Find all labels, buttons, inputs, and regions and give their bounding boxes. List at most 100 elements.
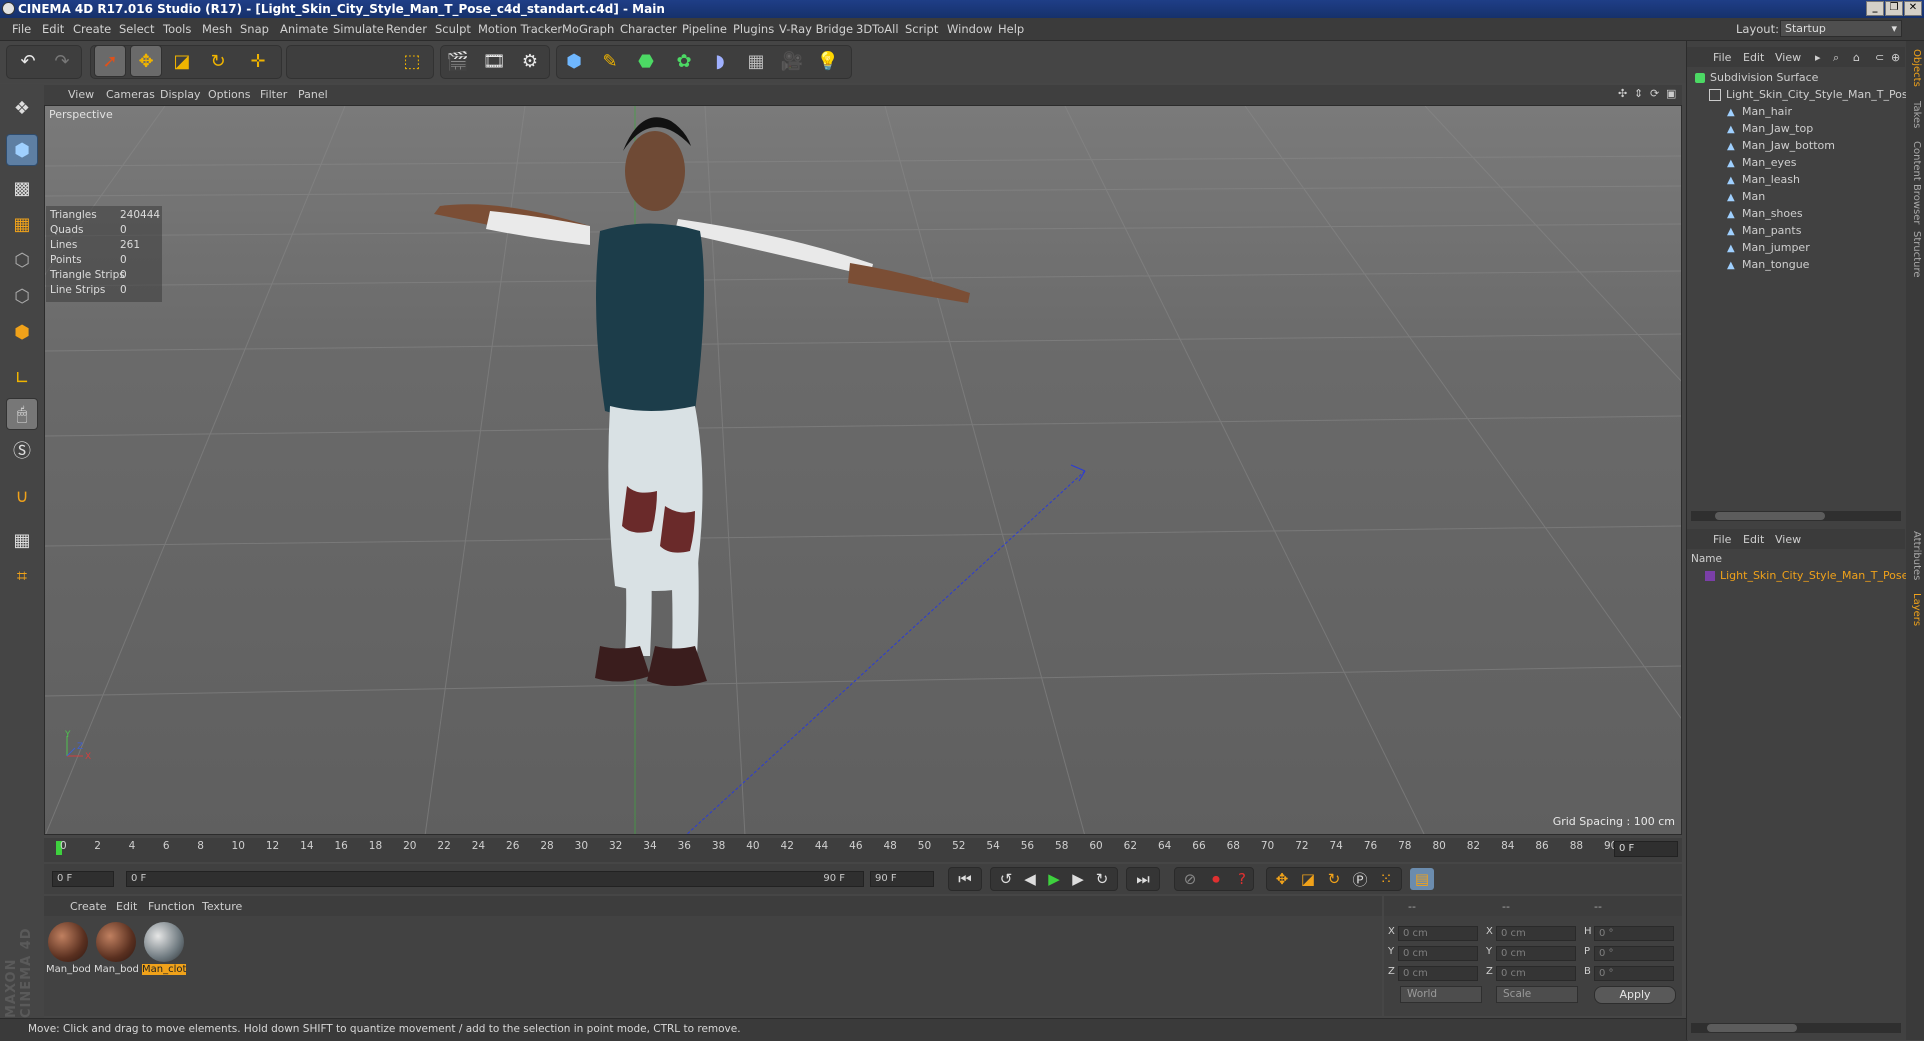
object-manager-scrollbar[interactable]	[1691, 511, 1901, 521]
current-frame-field[interactable]: 0 F	[1614, 841, 1678, 857]
menu-select[interactable]: Select	[119, 22, 154, 36]
position-z-field[interactable]: 0 cm	[1398, 966, 1478, 981]
snap-settings-icon[interactable]: ⌗	[6, 560, 38, 592]
viewport-menu-display[interactable]: Display	[160, 88, 201, 101]
polygons-mode-icon[interactable]: ⬢	[6, 316, 38, 348]
end-frame-field[interactable]: 90 F	[870, 871, 934, 887]
material-menu-create[interactable]: Create	[70, 900, 107, 913]
tree-item[interactable]: ▲ Man_pants	[1727, 224, 1801, 240]
minimize-button[interactable]: _	[1866, 1, 1884, 16]
scroll-thumb[interactable]	[1707, 1024, 1797, 1032]
tree-item[interactable]: ▲ Man_Jaw_bottom	[1727, 139, 1835, 155]
frame-range-slider[interactable]: 0 F 90 F	[126, 871, 864, 887]
menu-simulate[interactable]: Simulate	[333, 22, 384, 36]
tree-item[interactable]: ▲ Man_eyes	[1727, 156, 1796, 172]
texture-mode-icon[interactable]: ▩	[6, 172, 38, 204]
viewport-menu-filter[interactable]: Filter	[260, 88, 287, 101]
tree-item[interactable]: ▲ Man	[1727, 190, 1765, 206]
workplane-icon[interactable]: ▦	[6, 208, 38, 240]
render-picture-viewer-icon[interactable]: 🎞	[478, 45, 510, 77]
menu-motion-tracker[interactable]: Motion Tracker	[478, 22, 562, 36]
material-menu-edit[interactable]: Edit	[116, 900, 137, 913]
points-mode-icon[interactable]: ⬡	[6, 244, 38, 276]
tab-attributes[interactable]: Attributes	[1908, 531, 1922, 580]
material-menu-function[interactable]: Function	[148, 900, 195, 913]
tree-item[interactable]: ▲ Man_jumper	[1727, 241, 1810, 257]
link-icon[interactable]: ⊂	[1875, 51, 1884, 64]
render-view-icon[interactable]: 🎬	[442, 45, 474, 77]
keyframe-selection-icon[interactable]: ⊘	[1178, 868, 1202, 890]
tab-objects[interactable]: Objects	[1908, 49, 1922, 87]
search-icon[interactable]: ⌕	[1833, 51, 1839, 65]
menu-plugins[interactable]: Plugins	[733, 22, 774, 36]
menu-script[interactable]: Script	[905, 22, 938, 36]
restore-button[interactable]: ❐	[1885, 1, 1903, 16]
arrow-right-icon[interactable]: ▸	[1815, 51, 1821, 64]
tree-item[interactable]: ▲ Man_tongue	[1727, 258, 1809, 274]
deformer-icon[interactable]: ◗	[704, 45, 736, 77]
layer-menu-file[interactable]: File	[1713, 533, 1731, 546]
solo-icon[interactable]: Ⓢ	[6, 434, 38, 466]
autokey-icon[interactable]: ?	[1230, 868, 1254, 890]
size-y-field[interactable]: 0 cm	[1496, 946, 1576, 961]
viewport-menu-view[interactable]: View	[68, 88, 94, 101]
material-menu-texture[interactable]: Texture	[202, 900, 242, 913]
pen-icon[interactable]: ✎	[594, 45, 626, 77]
tree-item[interactable]: ▲ Man_leash	[1727, 173, 1800, 189]
tweak-mode-icon[interactable]: 🖱	[6, 398, 38, 430]
rotate-icon[interactable]: ↻	[202, 45, 234, 77]
record-icon[interactable]: ⏺	[1204, 868, 1228, 890]
tree-item[interactable]: ▲ Man_shoes	[1727, 207, 1803, 223]
prev-key-icon[interactable]: ↺	[994, 868, 1018, 890]
key-rotation-icon[interactable]: ↻	[1322, 868, 1346, 890]
menu-edit[interactable]: Edit	[42, 22, 64, 36]
undo-icon[interactable]: ↶	[12, 45, 44, 77]
timeline-window-icon[interactable]: ▤	[1410, 868, 1434, 890]
viewport-menu-cameras[interactable]: Cameras	[106, 88, 155, 101]
object-menu-view[interactable]: View	[1775, 51, 1801, 64]
scale-icon[interactable]: ◪	[166, 45, 198, 77]
menu-help[interactable]: Help	[998, 22, 1024, 36]
menu-character[interactable]: Character	[620, 22, 677, 36]
apply-button[interactable]: Apply	[1594, 986, 1676, 1004]
step-back-icon[interactable]: ◀	[1018, 868, 1042, 890]
tree-item[interactable]: ▲ Man_Jaw_top	[1727, 122, 1813, 138]
position-y-field[interactable]: 0 cm	[1398, 946, 1478, 961]
tab-layers[interactable]: Layers	[1908, 593, 1922, 626]
play-icon[interactable]: ▶	[1042, 868, 1066, 890]
viewport-perspective[interactable]: Perspective Y X Z Triangles 240444 Quads 0…	[44, 105, 1682, 835]
step-forward-icon[interactable]: ▶	[1066, 868, 1090, 890]
transform-mode-select[interactable]: Scale	[1496, 986, 1578, 1003]
zoom-icon[interactable]: ⇕	[1634, 87, 1643, 100]
move-icon[interactable]: ✥	[130, 45, 162, 77]
render-settings-icon[interactable]: ⚙	[514, 45, 546, 77]
material-swatch-selected[interactable]: Man_clot	[142, 922, 186, 980]
rotation-p-field[interactable]: 0 °	[1594, 946, 1674, 961]
coordinate-system-icon[interactable]: ⬚	[396, 45, 428, 77]
expand-icon[interactable]: ⊕	[1891, 51, 1900, 64]
viewport-menu-options[interactable]: Options	[208, 88, 250, 101]
model-mode-icon[interactable]: ⬢	[6, 134, 38, 166]
layer-manager-scrollbar[interactable]	[1691, 1023, 1901, 1033]
start-frame-field[interactable]: 0 F	[52, 871, 114, 887]
key-scale-icon[interactable]: ◪	[1296, 868, 1320, 890]
goto-start-icon[interactable]: ⏮	[953, 868, 977, 890]
key-pla-icon[interactable]: ⁙	[1374, 868, 1398, 890]
menu-render[interactable]: Render	[386, 22, 427, 36]
scroll-thumb[interactable]	[1715, 512, 1825, 520]
close-button[interactable]: ✕	[1904, 1, 1922, 16]
menu-snap[interactable]: Snap	[240, 22, 269, 36]
camera-icon[interactable]: 🎥	[776, 45, 808, 77]
floor-icon[interactable]: ▦	[740, 45, 772, 77]
rotation-b-field[interactable]: 0 °	[1594, 966, 1674, 981]
edges-mode-icon[interactable]: ⬡	[6, 280, 38, 312]
menu-file[interactable]: File	[12, 22, 31, 36]
orbit-icon[interactable]: ⟳	[1650, 87, 1659, 100]
menu-window[interactable]: Window	[947, 22, 992, 36]
menu-3dtoall[interactable]: 3DToAll	[856, 22, 899, 36]
timeline-ruler[interactable]: 0 2 4 6 8 10 12 14 16 18 20 22 24 26 28 30 32 34 36 38 40 42 4…	[44, 838, 1682, 862]
tree-item-root[interactable]: Light_Skin_City_Style_Man_T_Pose	[1709, 88, 1914, 104]
tree-item[interactable]: ▲ Man_hair	[1727, 105, 1792, 121]
object-menu-file[interactable]: File	[1713, 51, 1731, 64]
home-icon[interactable]: ⌂	[1853, 51, 1860, 64]
